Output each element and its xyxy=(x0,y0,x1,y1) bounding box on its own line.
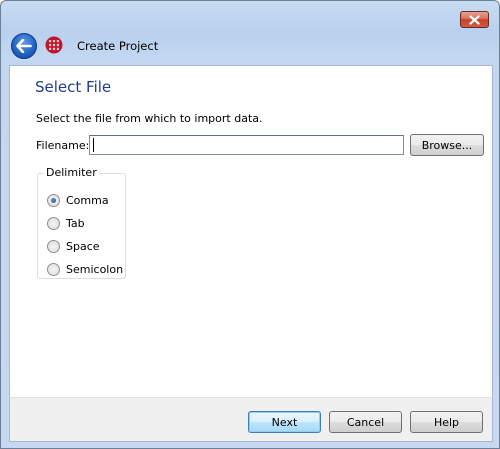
radio-label: Semicolon xyxy=(66,262,124,276)
radio-label: Tab xyxy=(66,216,85,230)
wizard-header: Create Project xyxy=(9,31,493,64)
radio-space[interactable]: Space xyxy=(47,238,100,254)
radio-button-selected[interactable] xyxy=(47,193,60,207)
back-button[interactable] xyxy=(11,33,37,59)
radio-label: Space xyxy=(66,239,100,253)
text-caret xyxy=(93,138,94,152)
filename-input[interactable] xyxy=(89,135,404,155)
wizard-footer: Next Cancel Help xyxy=(9,397,493,442)
radio-semicolon[interactable]: Semicolon xyxy=(47,261,123,277)
radio-label: Comma xyxy=(66,193,109,207)
app-grid-icon xyxy=(45,36,63,54)
filename-label: Filename: xyxy=(36,139,90,152)
wizard-content: Select File Select the file from which t… xyxy=(9,65,493,397)
radio-tab[interactable]: Tab xyxy=(47,215,85,231)
page-title: Select File xyxy=(35,78,112,96)
close-icon xyxy=(469,14,480,25)
help-button[interactable]: Help xyxy=(410,411,483,433)
radio-dot xyxy=(51,197,56,203)
cancel-button[interactable]: Cancel xyxy=(329,411,402,433)
browse-button[interactable]: Browse... xyxy=(410,134,484,156)
delimiter-legend: Delimiter xyxy=(44,166,99,179)
close-button[interactable] xyxy=(460,11,489,28)
instruction-text: Select the file from which to import dat… xyxy=(36,112,263,125)
back-arrow-icon xyxy=(16,39,32,53)
dialog-window: Create Project Select File Select the fi… xyxy=(0,0,500,449)
radio-button[interactable] xyxy=(47,262,60,276)
delimiter-group: Delimiter Comma Tab Space Semicolon xyxy=(37,166,126,279)
radio-button[interactable] xyxy=(47,216,60,230)
wizard-title: Create Project xyxy=(77,39,159,53)
next-button[interactable]: Next xyxy=(248,411,321,433)
radio-button[interactable] xyxy=(47,239,60,253)
radio-comma[interactable]: Comma xyxy=(47,192,109,208)
